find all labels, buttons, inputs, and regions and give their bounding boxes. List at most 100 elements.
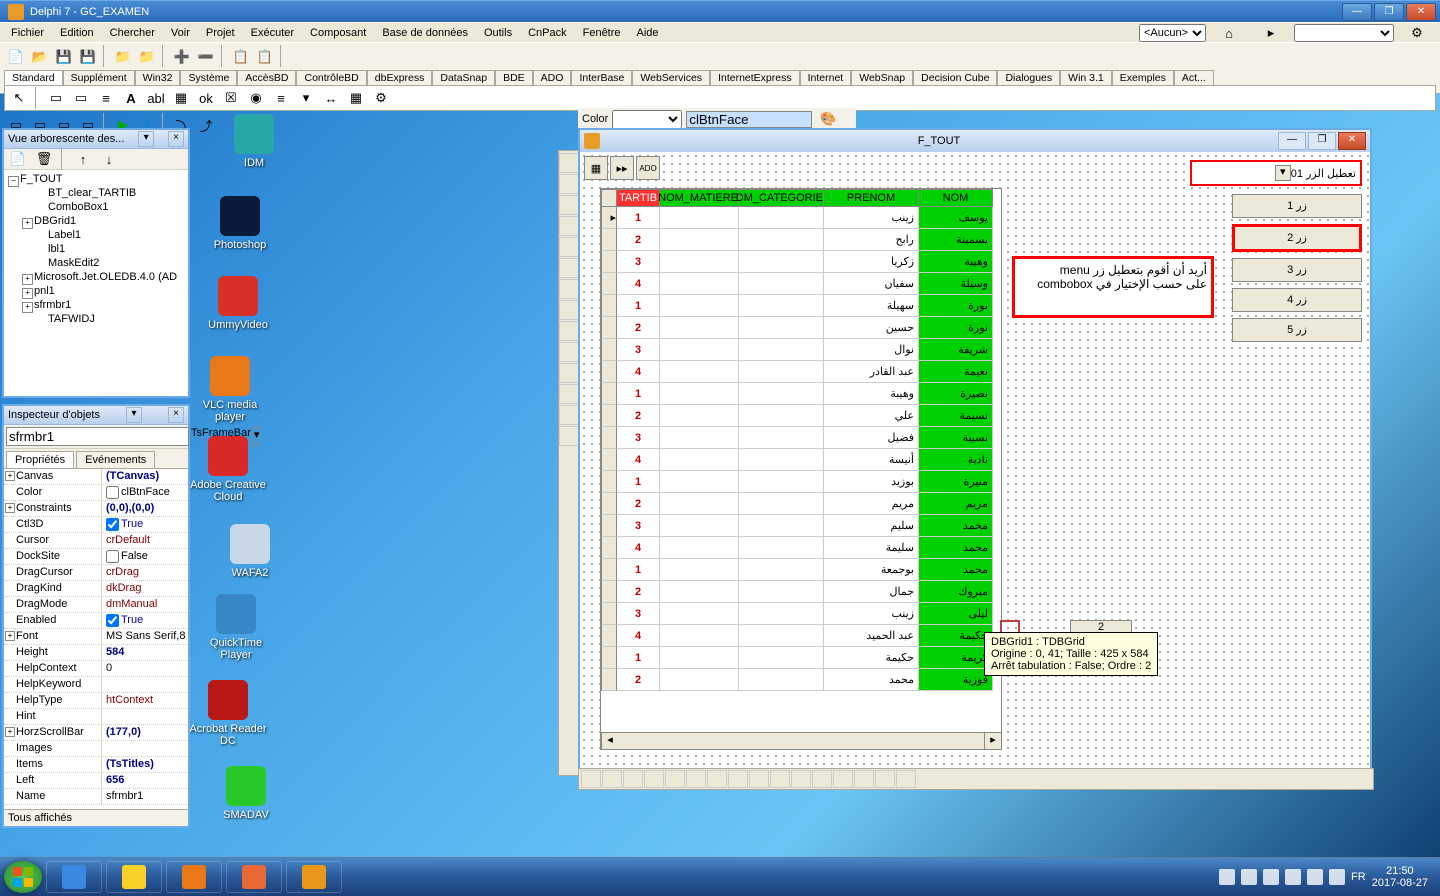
component-icon[interactable]: ↔ — [319, 86, 343, 110]
table-row[interactable]: 4سليمةمحمد — [601, 537, 1001, 559]
save-button[interactable]: 💾 — [52, 45, 76, 69]
palette-tab[interactable]: Win 3.1 — [1060, 70, 1112, 85]
secondary-combo[interactable] — [1294, 24, 1394, 42]
palette-tab[interactable]: ADO — [533, 70, 572, 85]
component-icon[interactable]: ≡ — [94, 86, 118, 110]
col-header-tartib[interactable]: TARTIB — [617, 189, 660, 207]
table-row[interactable]: 3نوالشريفة — [601, 339, 1001, 361]
open-project-button[interactable]: 📁 — [111, 45, 135, 69]
open-button[interactable]: 📂 — [28, 45, 52, 69]
align-button[interactable] — [896, 770, 916, 788]
form-titlebar[interactable]: F_TOUT — ❐ ✕ — [580, 130, 1370, 152]
align-button[interactable] — [812, 770, 832, 788]
palette-tab[interactable]: BDE — [495, 70, 533, 85]
tree-node[interactable]: lbl1 — [20, 242, 186, 256]
menu-item[interactable]: Outils — [477, 25, 519, 41]
desktop-icon[interactable]: SMADAV — [206, 766, 286, 821]
side-tool-button[interactable] — [559, 405, 579, 425]
ado-connection-icon[interactable]: ADO — [636, 156, 660, 180]
palette-tab[interactable]: Standard — [4, 70, 63, 85]
form-surface[interactable]: ▦ ▸▸ ADO تعطيل الزر 01 ▾ زر 1 زر 2 زر 3 … — [580, 152, 1370, 770]
palette-tab[interactable]: InterBase — [571, 70, 632, 85]
desktop-icon[interactable]: Photoshop — [200, 196, 280, 251]
desktop-icon[interactable]: Acrobat Reader DC — [188, 680, 268, 747]
align-button[interactable] — [749, 770, 769, 788]
panel-close-button[interactable]: × — [168, 131, 184, 147]
menu-button-2[interactable]: زر 2 — [1232, 224, 1362, 252]
component-icon[interactable]: abl — [144, 86, 168, 110]
menu-item[interactable]: Composant — [303, 25, 373, 41]
align-button[interactable] — [707, 770, 727, 788]
table-row[interactable]: ▸1زينبيوسف — [601, 207, 1001, 229]
scroll-left-button[interactable]: ◂ — [601, 733, 618, 749]
desktop-icon[interactable]: Adobe Creative Cloud — [188, 436, 268, 503]
task-button-firefox[interactable] — [226, 861, 282, 893]
tray-clock[interactable]: 21:50 2017-08-27 — [1372, 865, 1428, 889]
align-button[interactable] — [686, 770, 706, 788]
side-tool-button[interactable] — [559, 321, 579, 341]
table-row[interactable]: 3فضيلنسيبة — [601, 427, 1001, 449]
palette-tab[interactable]: ContrôleBD — [296, 70, 366, 85]
align-button[interactable] — [728, 770, 748, 788]
side-tool-button[interactable] — [559, 216, 579, 236]
task-button-ie[interactable] — [46, 861, 102, 893]
menu-item[interactable]: Voir — [164, 25, 197, 41]
task-button-vlc[interactable] — [166, 861, 222, 893]
tree-down-button[interactable]: ↓ — [97, 147, 121, 171]
palette-tab[interactable]: WebServices — [632, 70, 710, 85]
table-row[interactable]: 2جمالمبروك — [601, 581, 1001, 603]
align-button[interactable] — [875, 770, 895, 788]
dbnavigator[interactable]: ▦ ▸▸ ADO — [584, 156, 660, 180]
form-maximize-button[interactable]: ❐ — [1308, 132, 1336, 150]
form-minimize-button[interactable]: — — [1278, 132, 1306, 150]
palette-tab[interactable]: Decision Cube — [913, 70, 997, 85]
menu-button-1[interactable]: زر 1 — [1232, 194, 1362, 218]
side-tool-button[interactable] — [559, 237, 579, 257]
task-button-delphi[interactable] — [286, 861, 342, 893]
menu-item[interactable]: Edition — [53, 25, 101, 41]
side-tool-button[interactable] — [559, 279, 579, 299]
tree-root[interactable]: F_TOUT — [6, 172, 186, 186]
table-row[interactable]: 3سليممحمد — [601, 515, 1001, 537]
menu-button-5[interactable]: زر 5 — [1232, 318, 1362, 342]
side-tool-button[interactable] — [559, 258, 579, 278]
add-file-button[interactable]: ➕ — [170, 45, 194, 69]
tree-node[interactable]: BT_clear_TARTIB — [20, 186, 186, 200]
menu-item[interactable]: Fenêtre — [576, 25, 628, 41]
side-tool-button[interactable] — [559, 363, 579, 383]
tree-up-button[interactable]: ↑ — [71, 147, 95, 171]
desktop-icon[interactable]: UmmyVideo — [198, 276, 278, 331]
menu-item[interactable]: Fichier — [4, 25, 51, 41]
side-tool-button[interactable] — [559, 300, 579, 320]
menu-button-4[interactable]: زر 4 — [1232, 288, 1362, 312]
palette-tab[interactable]: AccèsBD — [237, 70, 296, 85]
menu-item[interactable]: Chercher — [103, 25, 162, 41]
color-combo[interactable] — [612, 110, 682, 129]
taskbar[interactable]: FR 21:50 2017-08-27 — [0, 857, 1440, 896]
dock-icon[interactable]: ▾ — [126, 407, 142, 423]
side-tool-button[interactable] — [559, 153, 579, 173]
tree-tool-button[interactable]: 🗑 — [32, 147, 56, 171]
menu-item[interactable]: Base de données — [375, 25, 475, 41]
desktop-icon[interactable]: IDM — [214, 114, 294, 169]
palette-tab[interactable]: InternetExpress — [710, 70, 800, 85]
dbgrid[interactable]: TARTIB NOM_MATIERE DM_CATEGORIE PRENOM N… — [600, 188, 1002, 750]
palette-tab[interactable]: dbExpress — [367, 70, 433, 85]
align-button[interactable] — [665, 770, 685, 788]
palette-tab[interactable]: Win32 — [135, 70, 181, 85]
start-button[interactable] — [4, 861, 42, 893]
dock-icon[interactable]: ▾ — [138, 131, 154, 147]
desktop-icon[interactable]: QuickTime Player — [196, 594, 276, 661]
tree-node[interactable]: Label1 — [20, 228, 186, 242]
component-icon[interactable]: ▭ — [44, 86, 68, 110]
system-tray[interactable]: FR 21:50 2017-08-27 — [1219, 865, 1436, 889]
table-row[interactable]: 3زينبليلى — [601, 603, 1001, 625]
toolbar-button[interactable]: ▸▸ — [610, 156, 634, 180]
tray-icon[interactable] — [1241, 869, 1257, 885]
side-tool-button[interactable] — [559, 195, 579, 215]
table-row[interactable]: 1وهيبةنصيرة — [601, 383, 1001, 405]
tree-body[interactable]: F_TOUT BT_clear_TARTIB ComboBox1 DBGrid1… — [4, 170, 188, 396]
palette-tab[interactable]: Act... — [1174, 70, 1214, 85]
table-row[interactable]: 3زكرياوهيبة — [601, 251, 1001, 273]
table-row[interactable]: 4أنيسةنادية — [601, 449, 1001, 471]
